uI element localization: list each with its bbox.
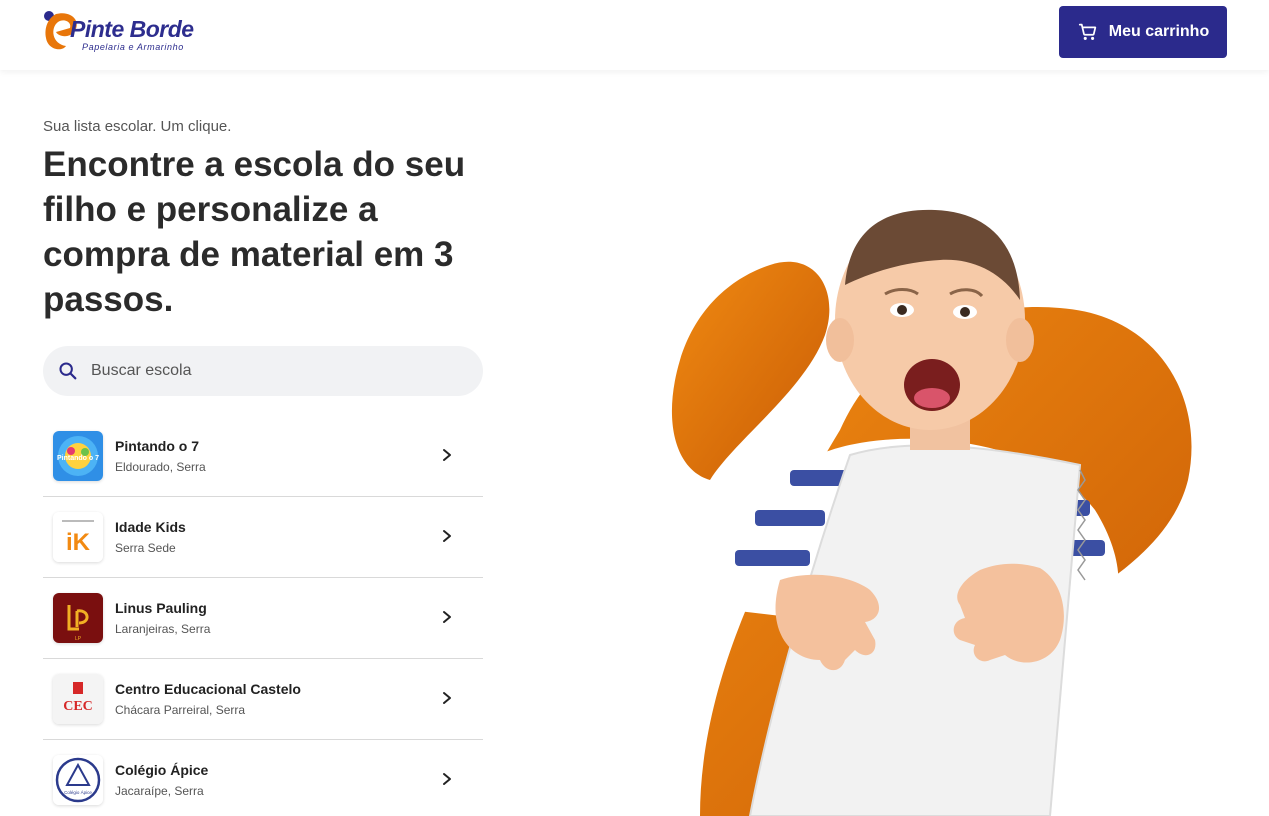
brand-subtitle: Papelaria e Armarinho: [82, 42, 184, 52]
school-item[interactable]: Pintando o 7 Pintando o 7 Eldourado, Ser…: [43, 416, 483, 497]
school-logo-text: iK: [66, 529, 91, 556]
school-logo: Pintando o 7: [53, 431, 103, 481]
school-location: Laranjeiras, Serra: [115, 622, 211, 636]
shopping-cart-icon: [1078, 23, 1096, 40]
school-item[interactable]: iK Idade Kids Serra Sede: [43, 497, 483, 578]
site-header: Pinte Borde Papelaria e Armarinho Meu ca…: [0, 0, 1269, 70]
school-name: Idade Kids: [115, 519, 186, 535]
school-location: Jacaraípe, Serra: [115, 784, 204, 798]
page-title: Encontre a escola do seu filho e persona…: [43, 145, 466, 319]
search-input[interactable]: [91, 362, 451, 380]
chevron-right-icon: [443, 773, 451, 785]
school-item[interactable]: CEC Centro Educacional Castelo Chácara P…: [43, 659, 483, 740]
school-location: Eldourado, Serra: [115, 460, 206, 474]
cart-button[interactable]: Meu carrinho: [1059, 6, 1227, 58]
school-list: Pintando o 7 Pintando o 7 Eldourado, Ser…: [43, 416, 483, 816]
chevron-right-icon: [443, 449, 451, 461]
brand-shape-drop: [671, 261, 830, 480]
search-icon: [59, 362, 77, 380]
chevron-right-icon: [443, 692, 451, 704]
school-logo: Colégio Ápice: [53, 755, 103, 805]
search-bar[interactable]: [43, 346, 483, 396]
brand-logo[interactable]: Pinte Borde Papelaria e Armarinho: [42, 10, 202, 56]
school-logo-image: iK: [53, 512, 103, 562]
school-name: Colégio Ápice: [115, 762, 209, 778]
school-name: Linus Pauling: [115, 600, 207, 616]
school-logo-text: CEC: [63, 699, 93, 714]
school-logo-image: Pintando o 7: [53, 431, 103, 481]
school-item[interactable]: Colégio Ápice Colégio Ápice Jacaraípe, S…: [43, 740, 483, 816]
school-item[interactable]: LP Linus Pauling Laranjeiras, Serra: [43, 578, 483, 659]
hero-illustration: [671, 209, 1192, 816]
school-logo: CEC: [53, 674, 103, 724]
chevron-right-icon: [443, 611, 451, 623]
school-location: Serra Sede: [115, 541, 176, 555]
school-logo-text: Colégio Ápice: [64, 789, 92, 795]
school-logo-image: Colégio Ápice: [53, 755, 103, 805]
school-name: Pintando o 7: [115, 438, 199, 454]
school-logo: iK: [53, 512, 103, 562]
school-logo: LP: [53, 593, 103, 643]
school-logo-image: CEC: [53, 674, 103, 724]
school-logo-text: LP: [75, 636, 82, 642]
brand-name: Pinte Borde: [70, 16, 194, 42]
school-logo-text: Pintando o 7: [57, 455, 99, 462]
tagline: Sua lista escolar. Um clique.: [43, 118, 232, 135]
school-name: Centro Educacional Castelo: [115, 681, 301, 697]
cart-button-label: Meu carrinho: [1108, 23, 1210, 40]
chevron-right-icon: [443, 530, 451, 542]
school-location: Chácara Parreiral, Serra: [115, 703, 246, 717]
school-logo-image: LP: [53, 593, 103, 643]
